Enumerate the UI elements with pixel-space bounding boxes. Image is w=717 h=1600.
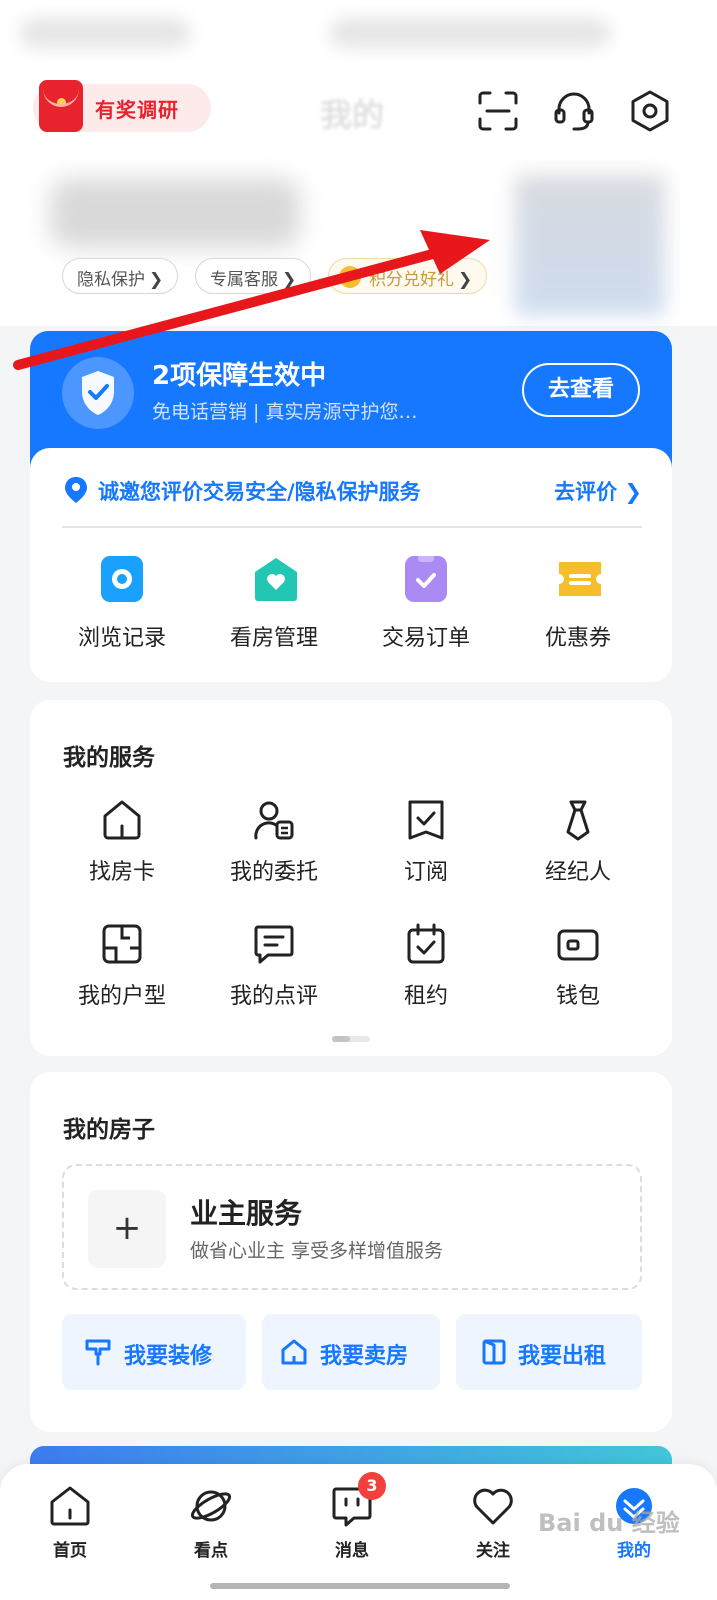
owner-service-title: 业主服务 [190,1197,303,1230]
page-indicator [332,1036,370,1042]
viewing-management-button[interactable]: 看房管理 [204,556,344,652]
view-protection-button[interactable]: 去查看 [522,363,640,417]
sell-house-button[interactable]: 我要卖房 [262,1314,440,1390]
protection-subtitle: 免电话营销 | 真实房源守护您… [152,401,418,423]
planet-icon [190,1490,232,1522]
paint-roller-icon [85,1339,111,1366]
location-shield-icon [65,477,87,503]
owner-service-subtitle: 做省心业主 享受多样增值服务 [190,1240,444,1262]
service-item-my-entrust[interactable]: 我的委托 [204,798,344,886]
renovation-button[interactable]: 我要装修 [62,1314,246,1390]
plus-icon: + [88,1190,166,1268]
annotation-arrow [13,230,490,370]
divider [62,526,642,528]
scan-icon[interactable] [477,90,519,132]
my-services-card: 我的服务 找房卡 我的委托 订阅 经纪人 我的户型 我的点评 租约 钱包 [30,700,672,1056]
my-house-card: 我的房子 + 业主服务 做省心业主 享受多样增值服务 我要装修 我要卖房 我要出… [30,1072,672,1432]
avatar[interactable] [515,175,665,315]
service-item-floorplan[interactable]: 我的户型 [52,922,192,1010]
rent-out-button[interactable]: 我要出租 [456,1314,642,1390]
person-card-icon [254,801,294,840]
evaluation-invite: 诚邀您评价交易安全/隐私保护服务 [98,480,421,504]
red-envelope-icon [39,80,83,132]
house-icon [281,1339,307,1365]
transaction-orders-button[interactable]: 交易订单 [356,554,496,652]
chevron-right-icon: ❯ [624,480,642,504]
calendar-check-icon [407,923,445,964]
home-indicator [210,1583,510,1589]
my-house-title: 我的房子 [63,1117,155,1143]
browse-history-icon [101,556,143,602]
watermark: Bai du 经验 [538,1509,680,1537]
coupons-button[interactable]: 优惠券 [508,556,648,652]
door-icon [482,1339,506,1365]
page-title: 我的 [320,96,385,134]
heart-icon [473,1488,513,1525]
survey-badge-label: 有奖调研 [95,98,179,122]
tab-home[interactable]: 首页 [20,1484,120,1561]
floorplan-icon [102,924,142,964]
bookmark-check-icon [408,800,444,840]
tab-follow[interactable]: 关注 [443,1484,543,1561]
go-evaluate-link[interactable]: 去评价 ❯ [554,476,642,506]
service-item-house-card[interactable]: 找房卡 [52,798,192,886]
tab-discover[interactable]: 看点 [161,1484,261,1561]
clipboard-check-icon [405,554,447,602]
customer-service-icon[interactable] [553,90,595,132]
comment-icon [254,925,294,964]
owner-service-entry[interactable]: + 业主服务 做省心业主 享受多样增值服务 [62,1164,642,1290]
services-title: 我的服务 [63,745,155,771]
status-bar [0,0,717,64]
message-count-badge: 3 [358,1472,386,1500]
survey-badge[interactable]: 有奖调研 [33,80,211,132]
coupon-icon [557,556,601,602]
wallet-icon [557,929,599,961]
browse-history-button[interactable]: 浏览记录 [52,556,192,652]
heart-house-icon [253,556,297,602]
service-item-lease[interactable]: 租约 [356,922,496,1010]
service-item-subscribe[interactable]: 订阅 [356,798,496,886]
home-icon [50,1486,90,1526]
service-item-my-review[interactable]: 我的点评 [204,922,344,1010]
quick-actions-card: 诚邀您评价交易安全/隐私保护服务 去评价 ❯ 浏览记录 看房管理 交易订单 优惠… [30,448,672,682]
agent-tie-icon [566,800,590,841]
service-item-wallet[interactable]: 钱包 [508,922,648,1010]
house-outline-icon [103,800,141,840]
settings-icon[interactable] [629,90,671,132]
tab-messages[interactable]: 3 消息 [302,1472,402,1561]
service-item-agent[interactable]: 经纪人 [508,798,648,886]
